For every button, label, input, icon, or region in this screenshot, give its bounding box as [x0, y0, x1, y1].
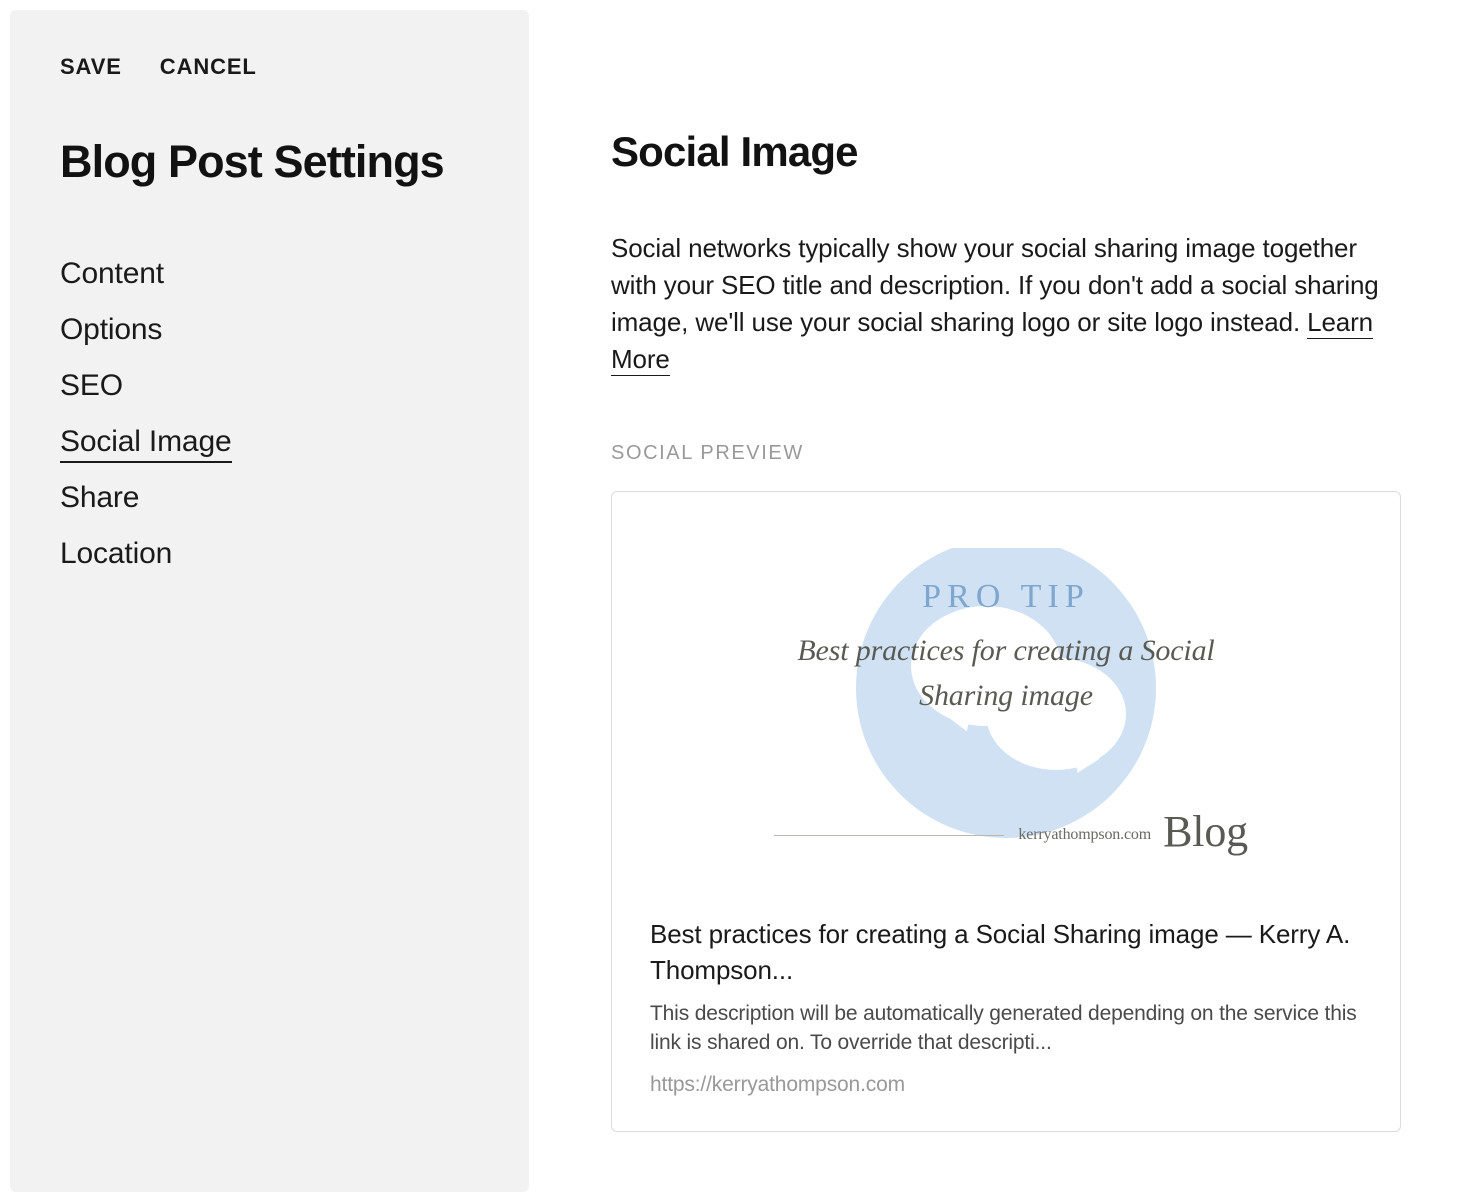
social-preview-card[interactable]: PRO TIP Best practices for creating a So…	[611, 491, 1401, 1132]
preview-image-line: Best practices for creating a Social Sha…	[756, 628, 1256, 718]
preview-meta: Best practices for creating a Social Sha…	[612, 886, 1400, 1131]
nav-item-label: Content	[60, 257, 164, 290]
sidebar-nav: Content Options SEO Social Image Share L…	[60, 246, 479, 582]
preview-image: PRO TIP Best practices for creating a So…	[756, 548, 1256, 868]
footer-rule	[774, 835, 1004, 836]
main-heading: Social Image	[611, 128, 1401, 176]
main-description: Social networks typically show your soci…	[611, 230, 1381, 378]
sidebar: SAVE CANCEL Blog Post Settings Content O…	[10, 10, 529, 1192]
description-text: Social networks typically show your soci…	[611, 233, 1379, 337]
settings-dialog: SAVE CANCEL Blog Post Settings Content O…	[0, 0, 1483, 1192]
save-button[interactable]: SAVE	[60, 54, 122, 80]
nav-item-content[interactable]: Content	[60, 246, 479, 302]
footer-domain: kerryathompson.com	[1018, 826, 1151, 844]
preview-description: This description will be automatically g…	[650, 1000, 1362, 1057]
nav-item-location[interactable]: Location	[60, 526, 479, 582]
nav-item-social-image[interactable]: Social Image	[60, 414, 479, 470]
main-panel: Social Image Social networks typically s…	[529, 0, 1483, 1192]
preview-title: Best practices for creating a Social Sha…	[650, 916, 1362, 989]
sidebar-title: Blog Post Settings	[60, 136, 479, 188]
nav-item-seo[interactable]: SEO	[60, 358, 479, 414]
preview-badge: PRO TIP	[756, 578, 1256, 616]
sidebar-actions: SAVE CANCEL	[60, 54, 479, 80]
nav-item-label: Location	[60, 537, 172, 570]
nav-item-label: Social Image	[60, 425, 232, 463]
section-label: SOCIAL PREVIEW	[611, 442, 1401, 465]
preview-image-footer: kerryathompson.com Blog	[756, 814, 1256, 855]
nav-item-share[interactable]: Share	[60, 470, 479, 526]
cancel-button[interactable]: CANCEL	[160, 54, 257, 80]
preview-url: https://kerryathompson.com	[650, 1073, 1362, 1097]
nav-item-label: Options	[60, 313, 162, 346]
footer-blog-word: Blog	[1163, 814, 1248, 855]
nav-item-label: Share	[60, 481, 139, 514]
nav-item-label: SEO	[60, 369, 123, 402]
nav-item-options[interactable]: Options	[60, 302, 479, 358]
preview-image-area: PRO TIP Best practices for creating a So…	[612, 492, 1400, 886]
preview-image-text: PRO TIP Best practices for creating a So…	[756, 548, 1256, 718]
